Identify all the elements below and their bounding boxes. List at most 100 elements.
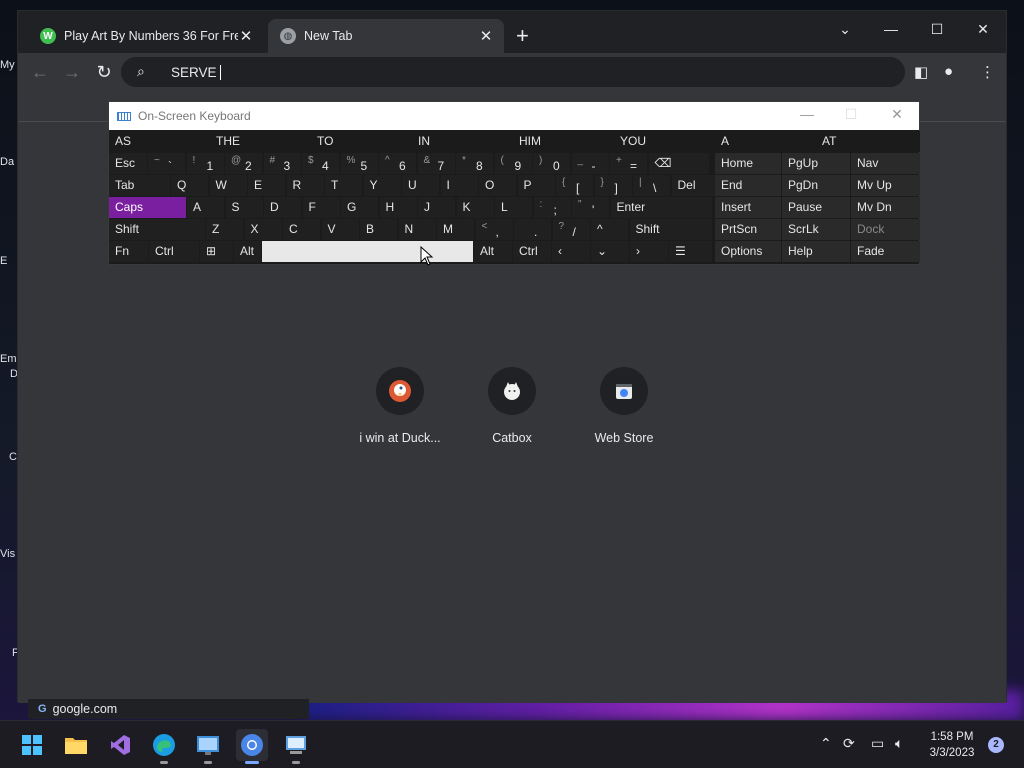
key-5[interactable]: $4 bbox=[302, 153, 339, 174]
key-f[interactable]: F bbox=[302, 197, 340, 218]
shortcut-tile[interactable]: Catbox bbox=[456, 367, 568, 445]
reload-icon[interactable]: ↻ bbox=[92, 61, 116, 83]
prediction-key[interactable]: AT bbox=[816, 131, 920, 152]
nav-key-insert[interactable]: Insert bbox=[715, 197, 781, 218]
shortcut-tile[interactable]: Web Store bbox=[568, 367, 680, 445]
enter-key[interactable]: Enter bbox=[610, 197, 712, 218]
nav-key-nav[interactable]: Nav bbox=[851, 153, 920, 174]
nav-key-pgdn[interactable]: PgDn bbox=[782, 175, 850, 196]
key-8[interactable]: <, bbox=[475, 219, 513, 240]
volume-icon[interactable]: 🔈︎ bbox=[895, 735, 903, 752]
clock[interactable]: 1:58 PM 3/3/2023 bbox=[924, 729, 980, 761]
right-ctrl-key[interactable]: Ctrl bbox=[513, 241, 551, 262]
key-l[interactable]: L bbox=[495, 197, 532, 218]
del-key[interactable]: Del bbox=[671, 175, 715, 196]
key-10[interactable]: ? / bbox=[552, 219, 590, 240]
left-alt-key[interactable]: Alt bbox=[234, 241, 261, 262]
key-3[interactable]: @2 bbox=[225, 153, 262, 174]
key-i[interactable]: I bbox=[440, 175, 478, 196]
key-\[interactable]: | \ bbox=[633, 175, 670, 196]
file-explorer-icon[interactable] bbox=[60, 729, 92, 761]
nav-key-dock[interactable]: Dock bbox=[851, 219, 920, 240]
key-9[interactable]: * 8 bbox=[456, 153, 493, 174]
down-arrow-key[interactable]: ⌄ bbox=[591, 241, 629, 262]
key-7[interactable]: M bbox=[437, 219, 474, 240]
key-12[interactable]: _ - bbox=[571, 153, 609, 174]
fn-key[interactable]: Fn bbox=[109, 241, 148, 262]
key-2[interactable]: ! 1 bbox=[186, 153, 224, 174]
prediction-key[interactable]: TO bbox=[311, 131, 411, 152]
key-d[interactable]: D bbox=[264, 197, 301, 218]
left-arrow-key[interactable]: ‹ bbox=[552, 241, 590, 262]
key-q[interactable]: Q bbox=[171, 175, 208, 196]
nav-key-help[interactable]: Help bbox=[782, 241, 850, 262]
new-tab-button[interactable]: + bbox=[516, 25, 529, 47]
close-window-button[interactable]: ✕ bbox=[960, 15, 1006, 43]
profile-icon[interactable]: ● bbox=[944, 63, 953, 80]
prediction-key[interactable]: THE bbox=[210, 131, 310, 152]
backspace-key[interactable]: ⌫ bbox=[648, 153, 709, 174]
key-t[interactable]: T bbox=[325, 175, 362, 196]
key-a[interactable]: A bbox=[187, 197, 224, 218]
windows-start-icon[interactable] bbox=[16, 729, 48, 761]
chrome-icon[interactable] bbox=[236, 729, 268, 764]
nav-key-pgup[interactable]: PgUp bbox=[782, 153, 850, 174]
prediction-key[interactable]: A bbox=[715, 131, 815, 152]
key-5[interactable]: B bbox=[360, 219, 397, 240]
prediction-key[interactable]: IN bbox=[412, 131, 512, 152]
desktop-icon-label[interactable]: Da bbox=[0, 156, 18, 168]
key-6[interactable]: N bbox=[398, 219, 436, 240]
space-key[interactable] bbox=[262, 241, 473, 262]
key-2[interactable]: X bbox=[244, 219, 282, 240]
tab-key[interactable]: Tab bbox=[109, 175, 170, 196]
prediction-key[interactable]: AS bbox=[109, 131, 209, 152]
key-p[interactable]: P bbox=[517, 175, 555, 196]
tab-art-by-numbers[interactable]: W Play Art By Numbers 36 For Free ✕ bbox=[28, 19, 264, 53]
chevron-up-icon[interactable]: ⌃ bbox=[820, 735, 832, 752]
key-13[interactable]: + = bbox=[610, 153, 647, 174]
omnibox[interactable]: ⌕ SERVE bbox=[121, 57, 905, 87]
key-h[interactable]: H bbox=[379, 197, 417, 218]
right-shift-key[interactable]: Shift bbox=[629, 219, 712, 240]
key-10[interactable]: (9 bbox=[494, 153, 532, 174]
caps-key[interactable]: Caps bbox=[109, 197, 186, 218]
forward-arrow-icon[interactable]: → bbox=[60, 61, 84, 83]
desktop-icon-label[interactable]: My bbox=[0, 59, 18, 71]
key-r[interactable]: R bbox=[286, 175, 324, 196]
minimize-button[interactable]: — bbox=[868, 15, 914, 43]
esc-key[interactable]: Esc bbox=[109, 153, 147, 174]
tab-search-chevron-icon[interactable]: ⌄ bbox=[822, 15, 868, 43]
desktop-icon-label[interactable]: Em bbox=[0, 353, 18, 365]
control-panel-icon[interactable] bbox=[192, 729, 224, 764]
key-1[interactable]: ~ ` bbox=[148, 153, 185, 174]
key-8[interactable]: & 7 bbox=[417, 153, 455, 174]
key-w[interactable]: W bbox=[209, 175, 247, 196]
left-shift-key[interactable]: Shift bbox=[109, 219, 205, 240]
desktop-icon-label[interactable]: E bbox=[0, 255, 18, 267]
notification-badge[interactable]: 2 bbox=[988, 737, 1004, 753]
key-7[interactable]: ^ 6 bbox=[379, 153, 416, 174]
key-'[interactable]: " ' bbox=[572, 197, 609, 218]
windows-key[interactable]: ⊞ bbox=[200, 241, 233, 262]
menu-kebab-icon[interactable]: ⋮ bbox=[980, 63, 995, 81]
nav-key-mv-dn[interactable]: Mv Dn bbox=[851, 197, 920, 218]
omnibox-input[interactable]: SERVE bbox=[171, 65, 221, 80]
right-alt-key[interactable]: Alt bbox=[474, 241, 512, 262]
key-u[interactable]: U bbox=[402, 175, 439, 196]
prediction-key[interactable]: YOU bbox=[614, 131, 714, 152]
back-arrow-icon[interactable]: ← bbox=[28, 61, 52, 83]
sync-icon[interactable]: ⟳ bbox=[843, 735, 855, 752]
nav-key-scrlk[interactable]: ScrLk bbox=[782, 219, 850, 240]
close-tab-icon[interactable]: ✕ bbox=[238, 27, 254, 45]
nav-key-options[interactable]: Options bbox=[715, 241, 781, 262]
menu-key[interactable]: ☰ bbox=[669, 241, 712, 262]
maximize-button[interactable]: ☐ bbox=[914, 15, 960, 43]
nav-key-prtscn[interactable]: PrtScn bbox=[715, 219, 781, 240]
key-e[interactable]: E bbox=[248, 175, 285, 196]
side-panel-icon[interactable]: ◧ bbox=[914, 63, 928, 81]
osk-minimize-button[interactable]: — bbox=[787, 106, 827, 122]
key-9[interactable]: . bbox=[514, 219, 551, 240]
key-;[interactable]: :; bbox=[533, 197, 571, 218]
nav-key-end[interactable]: End bbox=[715, 175, 781, 196]
key-4[interactable]: #3 bbox=[263, 153, 301, 174]
